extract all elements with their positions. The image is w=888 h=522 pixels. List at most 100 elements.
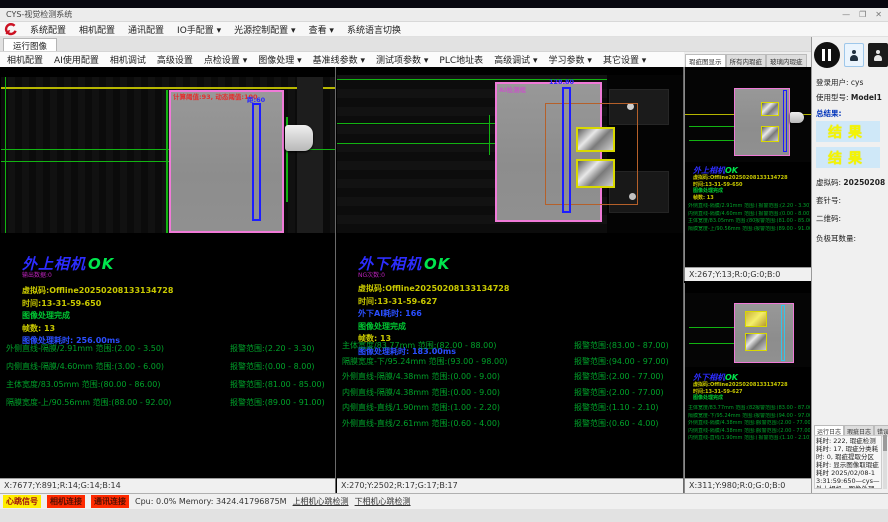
tool-image-processing[interactable]: 图像处理 ▾ [258,53,301,66]
tool-plc-address-table[interactable]: PLC地址表 [439,53,483,66]
tool-camera-config[interactable]: 相机配置 [7,53,43,66]
side-panel: 登录用户: cys 使用型号: Model1 总结果: 结果 结果 虚拟码: 2… [811,37,888,493]
model-value[interactable]: Model1 [851,93,882,102]
mini-barcode: 虚拟码:Offline20250208133134728 [693,175,788,182]
right-bottom-mini-view[interactable]: 外下相机OK 虚拟码:Offline20250208133134728 时间:1… [684,283,811,493]
upper-camera-heartbeat-link[interactable]: 上相机心跳检测 [293,496,349,507]
connector-tab [285,125,313,151]
tab-all-inner-defects[interactable]: 所有内瑕疵 [726,54,767,67]
measurement-row: 外侧直线-隔膜/2.91mm 范围:(2.00 - 3.50)报警范围:(2.2… [6,340,334,358]
menu-item-comm-config[interactable]: 通讯配置 [128,23,164,36]
tool-camera-debug[interactable]: 相机调试 [110,53,146,66]
measurement-row: 主体宽度/83.77mm 范围:(82.00 - 88.00)报警范围:(83.… [342,338,682,354]
measurement-alarm: 报警范围:(94.00 - 97.00) [574,354,669,370]
bottom-strip [0,509,888,522]
measurement-value: 内侧直线-直线/1.90mm 范围:(1.00 - 2.20) [688,435,758,443]
measurement-row: 隔膜宽度-上/90.56mm 范围:(88.00 - 92.00)报警范围:(8… [6,394,334,412]
measurement-value: 外侧直线-隔膜/2.91mm 范围:(2.00 - 3.50) [688,203,758,211]
operator-button[interactable] [868,43,888,67]
tool-advanced-debug[interactable]: 高级调试 ▾ [494,53,537,66]
log-textbox[interactable]: 耗时: 222, 瑕疵检测耗时: 17, 瑕疵分类耗时: 0, 瑕疵提取分区耗时… [814,435,882,489]
close-button[interactable]: ✕ [875,10,882,20]
tool-test-params[interactable]: 测试项参数 ▾ [376,53,428,66]
left-result-ok: OK [88,255,114,273]
log-scrollbar[interactable] [883,435,887,489]
menu-item-light-config[interactable]: 光源控制配置 ▾ [234,23,295,36]
measurement-alarm: 报警范围:(2.20 - 3.30) [758,203,810,211]
orange-roi-rect [545,103,638,205]
tab-detect-box [761,126,779,142]
measurement-value: 外侧直线-隔膜/2.91mm 范围:(2.00 - 3.50) [6,340,230,358]
width-overlay-label: 128.80 [549,78,574,86]
pause-button[interactable] [814,42,840,68]
menu-item-camera-config[interactable]: 相机配置 [79,23,115,36]
maximize-button[interactable]: ❐ [859,10,866,20]
left-frames: 帧数: 13 [22,323,173,336]
comm-link-badge: 通讯连接 [91,495,129,508]
product-block [734,88,790,156]
tool-baseline-params[interactable]: 基准线参数 ▾ [313,53,365,66]
measurement-alarm: 报警范围:(0.60 - 4.00) [574,416,659,432]
measurement-value: 主体宽度/83.05mm 范围:(80.00 - 86.00) [688,218,755,226]
minimize-button[interactable]: — [842,10,850,20]
product-block [169,90,284,233]
lower-camera-heartbeat-link[interactable]: 下相机心跳检测 [355,496,411,507]
left-camera-name: 外上相机 [22,255,86,273]
desktop-strip [0,0,888,8]
tool-ai-usage-config[interactable]: AI使用配置 [54,53,99,66]
user-login-button[interactable] [844,43,864,67]
measurement-alarm: 报警范围:(83.00 - 87.00) [755,405,810,413]
tool-advanced-settings[interactable]: 高级设置 [157,53,193,66]
tab-defect-image[interactable]: 瑕疵图显示 [685,54,726,67]
left-result-block: 外上相机OK 输出数据:0 虚拟码:Offline202502081331347… [22,257,173,348]
middle-coord-status: X:270;Y:2502;R:17;G:17;B:17 [337,478,683,493]
mini-barcode: 虚拟码:Offline20250208133134728 [693,382,788,389]
menu-item-view[interactable]: 查看 ▾ [309,23,334,36]
mini-result-ok: OK [725,166,738,175]
barcode-value: 20250208 [843,178,885,187]
tab-glass-inner-defects[interactable]: 玻璃内瑕疵 [766,54,807,67]
total-result-label: 总结果: [816,108,842,119]
tab-count-label: 负极耳数量: [816,233,856,244]
left-camera-image[interactable]: 计算阈值:93, 动态阈值:100 距:60 [1,77,335,233]
measurement-alarm: 报警范围:(0.00 - 8.00) [758,211,810,219]
measurement-alarm: 报警范围:(2.00 - 77.00) [574,369,664,385]
mini-camera-name: 外下相机 [693,373,725,382]
measurement-row: 主体宽度/83.05mm 范围:(80.00 - 86.00)报警范围:(81.… [6,376,334,394]
ai-box-overlay-label: AI检测框 [499,84,526,94]
measurement-value: 内侧直线-直线/1.90mm 范围:(1.00 - 2.20) [342,400,574,416]
measurement-alarm: 报警范围:(94.00 - 97.00) [755,413,810,421]
measurement-value: 隔膜宽度-上/90.56mm 范围:(88.00 - 92.00) [6,394,230,412]
menu-item-language-switch[interactable]: 系统语言切换 [347,23,401,36]
tab-detect-box [761,102,779,116]
middle-measurements: 主体宽度/83.77mm 范围:(82.00 - 88.00)报警范围:(83.… [342,338,682,431]
measurement-alarm: 报警范围:(89.00 - 91.00) [755,226,810,234]
measurement-alarm: 报警范围:(2.20 - 3.30) [230,340,315,358]
measurement-value: 外侧直线-隔膜/4.38mm 范围:(0.00 - 9.00) [688,420,757,428]
heartbeat-badge: 心跳信号 [3,495,41,508]
threshold-overlay-label: 计算阈值:93, 动态阈值:100 [173,91,258,101]
title-bar: CYS-视觉检测系统 — ❐ ✕ [0,8,888,22]
divider [335,67,336,493]
measurement-value: 内侧直线-隔膜/4.38mm 范围:(0.00 - 9.00) [342,385,574,401]
tab-strip: 运行图像 [0,37,888,52]
tool-other-settings[interactable]: 其它设置 ▾ [603,53,646,66]
tool-learning-params[interactable]: 学习参数 ▾ [549,53,592,66]
right-top-mini-view[interactable]: 外上相机OK 虚拟码:Offline20250208133134728 时间:1… [684,67,811,281]
menu-item-io-config[interactable]: IO手配置 ▾ [177,23,221,36]
toolbar: 相机配置 AI使用配置 相机调试 高级设置 点检设置 ▾ 图像处理 ▾ 基准线参… [0,51,684,67]
qr-label: 二维码: [816,213,841,224]
app-window: CYS-视觉检测系统 — ❐ ✕ 系统配置 相机配置 通讯配置 IO手配置 ▾ … [0,0,888,522]
measurement-value: 主体宽度/83.77mm 范围:(82.00 - 88.00) [342,338,574,354]
mini-top-measurements: 外侧直线-隔膜/2.91mm 范围:(2.00 - 3.50)报警范围:(2.2… [688,203,810,233]
mini-result-ok: OK [725,373,738,382]
measurement-alarm: 报警范围:(83.00 - 87.00) [574,338,669,354]
middle-camera-image[interactable]: AI检测框 128.80 [337,75,683,233]
model-label: 使用型号: [816,93,849,102]
result-badge-bottom: 结果 [816,147,880,168]
blue-measure-rect [252,103,261,221]
defect-view-tabs: 瑕疵图显示 所有内瑕疵 玻璃内瑕疵 [684,51,811,67]
tool-spotcheck-settings[interactable]: 点检设置 ▾ [204,53,247,66]
menu-item-system-config[interactable]: 系统配置 [30,23,66,36]
measurement-value: 内侧直线-隔膜/4.60mm 范围:(3.00 - 6.00) [6,358,230,376]
